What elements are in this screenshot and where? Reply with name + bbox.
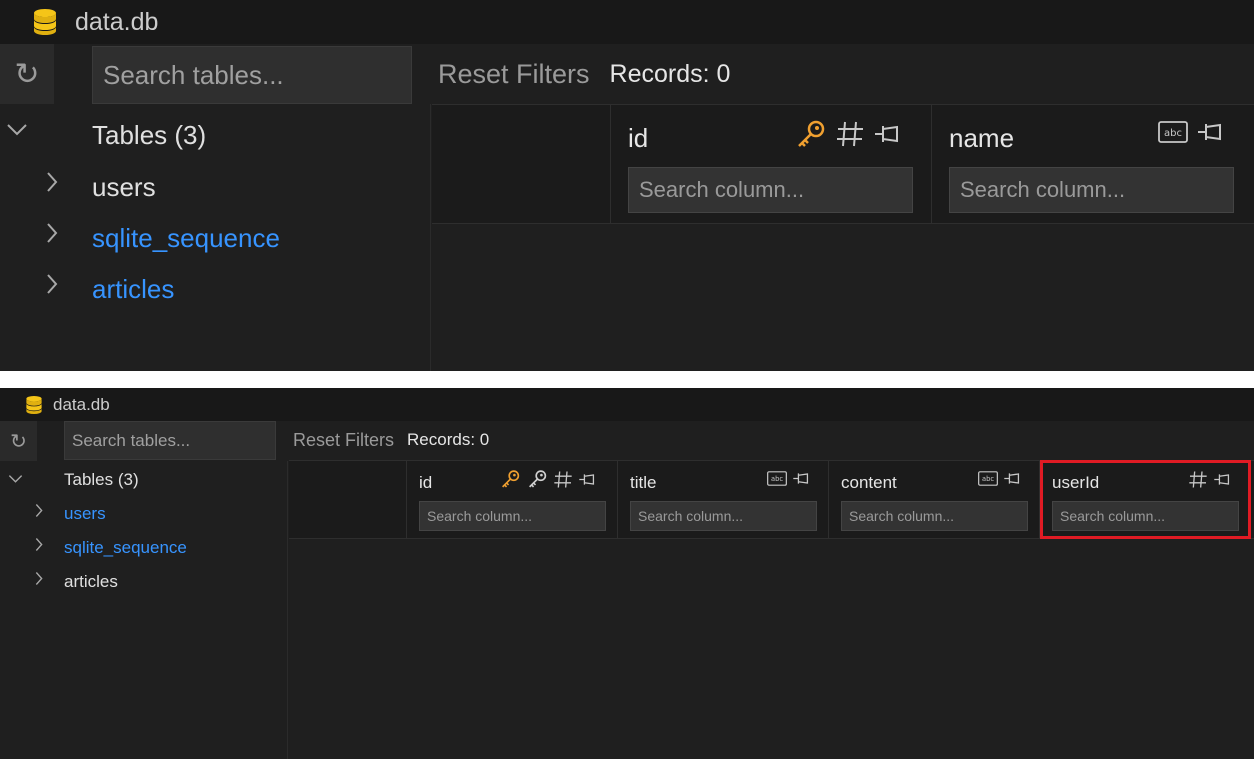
- column-search-input[interactable]: Search column...: [628, 167, 913, 213]
- chevron-right-icon[interactable]: [33, 570, 45, 586]
- foreign-key-icon: [527, 469, 548, 489]
- refresh-button[interactable]: ↻: [0, 421, 37, 461]
- database-icon: [32, 8, 58, 36]
- sidebar: Tables (3) users sqlite_sequence article…: [0, 104, 431, 371]
- table-item-articles[interactable]: articles: [64, 572, 118, 592]
- key-icon: [500, 469, 521, 489]
- column-header-id[interactable]: id Search column...: [610, 105, 931, 223]
- title-bar: data.db: [0, 388, 1254, 421]
- svg-text:abc: abc: [982, 475, 994, 483]
- title-bar: data.db: [0, 0, 1254, 44]
- chevron-right-icon[interactable]: [44, 221, 60, 245]
- column-search-input[interactable]: Search column...: [419, 501, 606, 531]
- column-header-id[interactable]: id Search column...: [406, 461, 617, 538]
- column-search-input[interactable]: Search column...: [630, 501, 817, 531]
- highlight-box: [1040, 460, 1251, 539]
- table-item-users[interactable]: users: [64, 504, 106, 524]
- records-count: Records: 0: [609, 59, 731, 88]
- sidebar: Tables (3) users sqlite_sequence article…: [0, 461, 288, 759]
- tables-group-label[interactable]: Tables (3): [92, 120, 206, 151]
- pin-icon[interactable]: [1196, 121, 1224, 143]
- reset-filters-button[interactable]: Reset Filters: [293, 430, 394, 451]
- search-tables-input[interactable]: Search tables...: [64, 421, 276, 460]
- pin-icon[interactable]: [792, 471, 810, 486]
- pin-icon[interactable]: [1003, 471, 1021, 486]
- column-search-input[interactable]: Search column...: [841, 501, 1028, 531]
- column-name: name: [949, 123, 1015, 153]
- text-type-icon: abc: [1158, 121, 1188, 143]
- chevron-right-icon[interactable]: [33, 502, 45, 518]
- reset-filters-button[interactable]: Reset Filters: [438, 59, 590, 90]
- table-item-articles[interactable]: articles: [92, 274, 174, 305]
- hash-icon: [553, 470, 573, 489]
- column-name: id: [419, 473, 433, 492]
- svg-text:abc: abc: [771, 475, 783, 483]
- grid-header: id Search column... name abc Search colu…: [432, 104, 1254, 224]
- app-title: data.db: [75, 7, 159, 36]
- records-count: Records: 0: [407, 430, 490, 449]
- svg-text:abc: abc: [1164, 128, 1182, 139]
- column-name: id: [628, 123, 649, 153]
- database-icon: [25, 395, 43, 415]
- refresh-icon: ↻: [10, 430, 27, 453]
- table-item-sqlite-sequence[interactable]: sqlite_sequence: [92, 223, 280, 254]
- refresh-icon: ↻: [14, 57, 40, 91]
- search-tables-input[interactable]: Search tables...: [92, 46, 412, 104]
- pin-icon[interactable]: [873, 123, 901, 145]
- refresh-button[interactable]: ↻: [0, 44, 54, 104]
- column-header-title[interactable]: title abc Search column...: [617, 461, 828, 538]
- key-icon: [795, 119, 827, 149]
- column-search-input[interactable]: Search column...: [949, 167, 1234, 213]
- column-name: title: [630, 473, 657, 492]
- text-type-icon: abc: [978, 471, 998, 486]
- table-item-sqlite-sequence[interactable]: sqlite_sequence: [64, 538, 187, 558]
- column-name: content: [841, 473, 897, 492]
- chevron-down-icon[interactable]: [5, 118, 29, 142]
- column-header-name[interactable]: name abc Search column...: [931, 105, 1254, 223]
- column-header-content[interactable]: content abc Search column...: [828, 461, 1039, 538]
- top-panel: data.db ↻ Search tables... Tables (3) us…: [0, 0, 1254, 371]
- bottom-panel: data.db ↻ Search tables... Tables (3) us…: [0, 388, 1254, 759]
- chevron-right-icon[interactable]: [44, 272, 60, 296]
- app-title: data.db: [53, 394, 110, 414]
- chevron-down-icon[interactable]: [7, 471, 23, 487]
- toolbar: Reset Filters Records: 0: [438, 56, 730, 92]
- chevron-right-icon[interactable]: [44, 170, 60, 194]
- chevron-right-icon[interactable]: [33, 536, 45, 552]
- toolbar: Reset Filters Records: 0: [293, 428, 489, 452]
- hash-icon: [835, 120, 865, 148]
- table-item-users[interactable]: users: [92, 172, 156, 203]
- text-type-icon: abc: [767, 471, 787, 486]
- tables-group-label[interactable]: Tables (3): [64, 470, 139, 490]
- pin-icon[interactable]: [578, 472, 596, 487]
